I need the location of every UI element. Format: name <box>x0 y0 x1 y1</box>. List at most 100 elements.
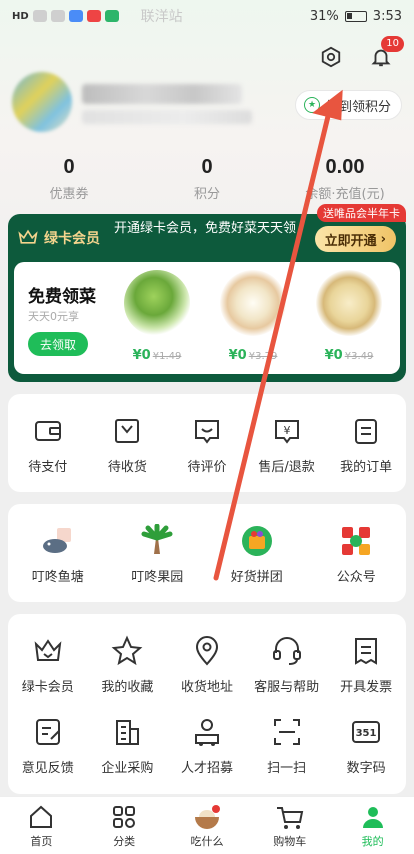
crown-icon <box>18 229 38 244</box>
svg-text:351: 351 <box>356 728 377 739</box>
stat-label: 积分 <box>193 187 220 202</box>
checkin-label: 签到领积分 <box>325 99 391 115</box>
nav-label: 我的 <box>361 834 384 848</box>
nav-home[interactable]: 首页 <box>0 797 83 854</box>
app-notification-icon <box>86 10 101 22</box>
service-label: 意见反馈 <box>21 761 74 776</box>
service-recruit[interactable]: 人才招募 <box>167 715 247 776</box>
order-pending-payment[interactable]: 待支付 <box>8 414 88 475</box>
features-card: 叮咚鱼塘 叮咚果园 好货拼团 公众号 <box>8 504 406 602</box>
order-label: 我的订单 <box>340 460 393 475</box>
veg-item[interactable]: ¥0 ¥3.79 <box>214 270 292 370</box>
nav-label: 吃什么 <box>190 834 224 848</box>
member-description: 开通绿卡会员，免费好菜天天领 <box>114 221 297 236</box>
nav-cart[interactable]: 购物车 <box>248 797 331 854</box>
clock: 3:53 <box>372 8 402 24</box>
services-card: 绿卡会员 我的收藏 收货地址 客服与帮助 开具发票 意见反馈 企业采购 人才招募… <box>8 614 406 794</box>
header-actions: 10 <box>318 36 404 70</box>
nav-profile[interactable]: 我的 <box>331 797 414 854</box>
service-help[interactable]: 客服与帮助 <box>247 634 327 695</box>
chevron-right-icon: › <box>380 231 386 247</box>
service-green-card[interactable]: 绿卡会员 <box>8 634 88 695</box>
service-label: 客服与帮助 <box>254 680 320 695</box>
comment-icon <box>194 420 219 444</box>
feature-label: 叮咚果园 <box>131 570 184 585</box>
bean-sprouts-image <box>316 270 382 336</box>
service-label: 收货地址 <box>180 680 233 695</box>
official-account-entry[interactable]: 公众号 <box>307 524 407 585</box>
service-label: 企业采购 <box>101 761 154 776</box>
stat-coupons[interactable]: 0 优惠券 <box>0 156 138 202</box>
wifi-icon <box>50 10 65 22</box>
stat-balance[interactable]: 0.00 余额·充值(元) <box>276 156 414 202</box>
service-label: 我的收藏 <box>101 680 154 695</box>
scan-icon <box>273 719 300 745</box>
battery-icon <box>344 10 367 22</box>
fish-pond-entry[interactable]: 叮咚鱼塘 <box>8 524 108 585</box>
group-buy-entry[interactable]: 好货拼团 <box>207 524 307 585</box>
package-icon <box>115 419 140 443</box>
notification-button[interactable]: 10 <box>368 36 404 70</box>
settings-icon <box>321 46 341 68</box>
order-refund[interactable]: ¥ 售后/退款 <box>247 414 327 475</box>
app-notification-icon <box>68 10 83 22</box>
free-veg-title: 免费领菜 <box>28 287 96 307</box>
feedback-icon <box>35 719 60 745</box>
my-orders[interactable]: 我的订单 <box>326 414 406 475</box>
service-invoice[interactable]: 开具发票 <box>326 634 406 695</box>
nav-category[interactable]: 分类 <box>83 797 166 854</box>
orders-grid: 待支付 待收货 待评价 ¥ 售后/退款 我的订单 <box>8 394 406 475</box>
group-buy-icon <box>241 526 272 556</box>
star-icon <box>111 635 143 666</box>
stat-points[interactable]: 0 积分 <box>138 156 276 202</box>
veg-item[interactable]: ¥0 ¥3.49 <box>310 270 388 370</box>
headset-icon <box>272 637 301 665</box>
veg-original-price: ¥3.79 <box>248 351 278 362</box>
order-pending-review[interactable]: 待评价 <box>167 414 247 475</box>
feature-label: 好货拼团 <box>230 570 283 585</box>
checkin-button[interactable]: ★ 签到领积分 <box>294 90 402 120</box>
recruit-icon <box>194 719 219 746</box>
location-icon <box>195 636 218 666</box>
service-enterprise[interactable]: 企业采购 <box>88 715 168 776</box>
official-account-icon <box>342 527 371 555</box>
service-feedback[interactable]: 意见反馈 <box>8 715 88 776</box>
stat-value: 0 <box>63 156 75 178</box>
veg-original-price: ¥3.49 <box>344 351 374 362</box>
service-favorites[interactable]: 我的收藏 <box>88 634 168 695</box>
profile-section: ★ 签到领积分 <box>12 72 402 132</box>
order-label: 待支付 <box>28 460 68 475</box>
member-card: 送唯品会半年卡 绿卡会员 开通绿卡会员，免费好菜天天领 立即开通 › 免费领菜 … <box>8 204 406 382</box>
building-icon <box>116 720 140 745</box>
service-digit-code[interactable]: 351 数字码 <box>326 715 406 776</box>
star-icon: ★ <box>303 97 320 113</box>
order-label: 售后/退款 <box>258 460 315 475</box>
stat-label: 余额·充值(元) <box>305 187 385 202</box>
app-notification-icon <box>104 10 119 22</box>
get-free-veg-button[interactable]: 去领取 <box>28 332 89 356</box>
order-list-icon <box>355 419 378 444</box>
features-grid: 叮咚鱼塘 叮咚果园 好货拼团 公众号 <box>8 504 406 585</box>
nav-what-to-eat[interactable]: 吃什么 <box>166 797 249 854</box>
orchard-entry[interactable]: 叮咚果园 <box>108 524 208 585</box>
avatar[interactable] <box>12 72 72 132</box>
refund-icon: ¥ <box>274 420 299 444</box>
services-row-1: 绿卡会员 我的收藏 收货地址 客服与帮助 开具发票 <box>8 614 406 695</box>
veg-item[interactable]: ¥0 ¥1.49 <box>118 270 196 370</box>
status-right: 31% 3:53 <box>310 9 402 24</box>
notification-badge: 10 <box>381 36 404 52</box>
settings-button[interactable] <box>318 44 344 70</box>
hd-indicator: HD <box>12 10 29 22</box>
order-pending-receipt[interactable]: 待收货 <box>88 414 168 475</box>
invoice-icon <box>355 638 378 665</box>
nav-label: 分类 <box>113 834 136 848</box>
free-veg-box: 免费领菜 天天0元享 去领取 ¥0 ¥1.49 ¥0 ¥3.79 ¥0 ¥3.49 <box>14 262 400 374</box>
service-address[interactable]: 收货地址 <box>167 634 247 695</box>
open-membership-button[interactable]: 立即开通 › <box>314 226 396 252</box>
status-left: HD 联洋站 <box>12 6 183 26</box>
service-scan[interactable]: 扫一扫 <box>247 715 327 776</box>
battery-percent: 31% <box>309 8 339 24</box>
nav-label: 首页 <box>30 834 53 848</box>
member-title: 绿卡会员 <box>44 231 100 247</box>
order-label: 待评价 <box>187 460 227 475</box>
